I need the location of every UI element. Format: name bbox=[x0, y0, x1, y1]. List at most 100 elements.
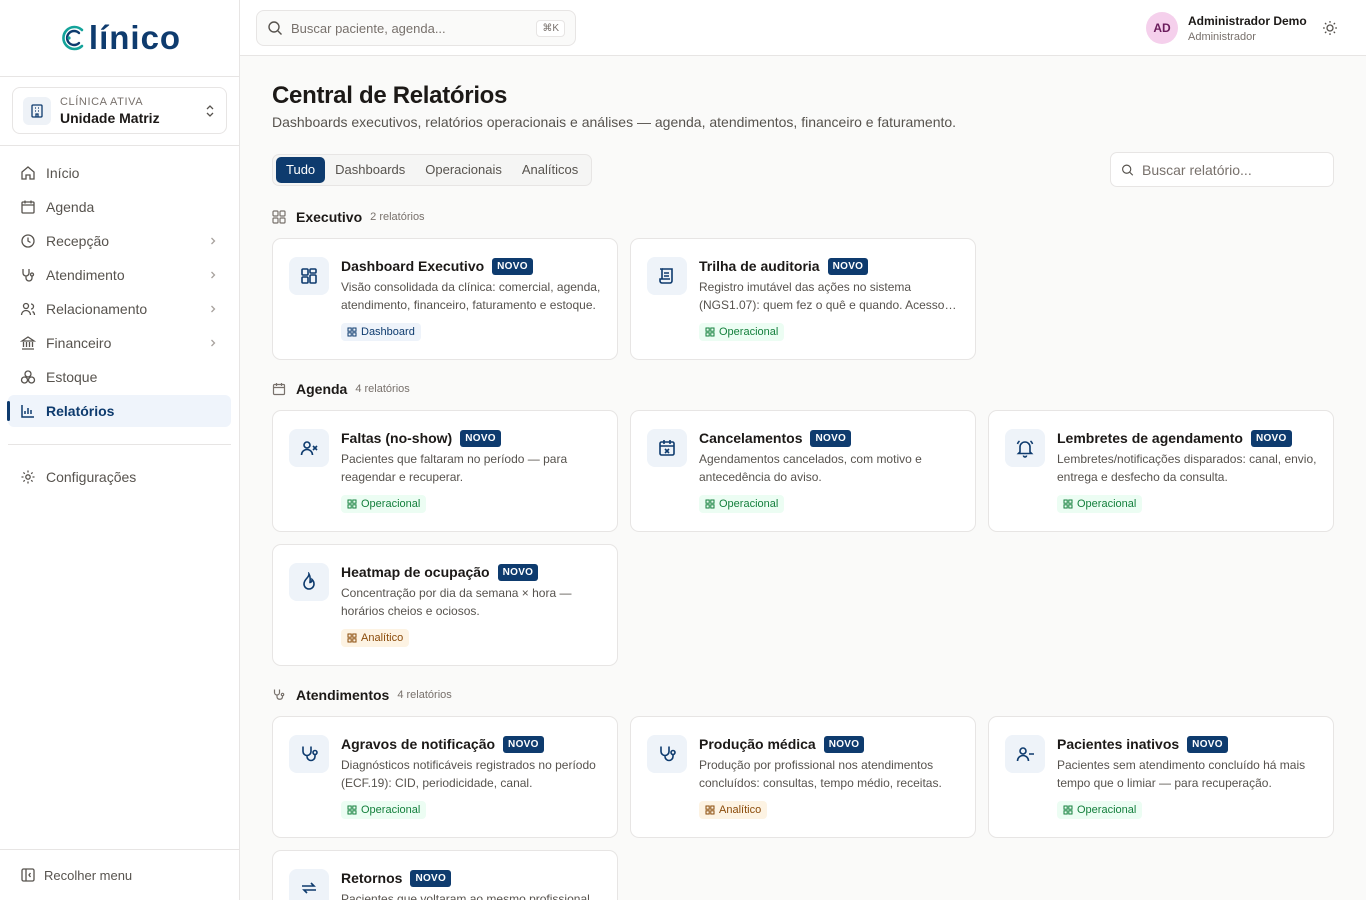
logo[interactable]: línico bbox=[0, 0, 239, 77]
sidebar-item-label: Relatórios bbox=[46, 403, 115, 419]
gear-icon bbox=[21, 470, 35, 484]
sidebar-item-agenda[interactable]: Agenda bbox=[8, 191, 231, 223]
report-card-dashboard-executivo[interactable]: Dashboard Executivo NOVO Visão consolidad… bbox=[272, 238, 618, 360]
bar-chart-icon bbox=[21, 405, 34, 418]
calendar-icon bbox=[272, 383, 286, 396]
card-description: Lembretes/notificações disparados: canal… bbox=[1057, 452, 1317, 484]
clinic-selector[interactable]: CLÍNICA ATIVA Unidade Matriz bbox=[12, 87, 227, 134]
section-header-executivo: Executivo 2 relatórios bbox=[272, 209, 425, 225]
tab-analiticos[interactable]: Analíticos bbox=[512, 157, 588, 183]
stethoscope-icon bbox=[289, 735, 329, 773]
calendar-icon bbox=[21, 200, 35, 214]
search-icon bbox=[268, 21, 282, 35]
card-description: Diagnósticos notificáveis registrados no… bbox=[341, 758, 596, 790]
sidebar-item-relatorios[interactable]: Relatórios bbox=[7, 395, 231, 427]
tag-label: Analítico bbox=[361, 632, 404, 644]
sidebar-item-label: Configurações bbox=[46, 469, 137, 485]
card-description: Visão consolidada da clínica: comercial,… bbox=[341, 280, 601, 312]
report-card-pacientes-inativos[interactable]: Pacientes inativos NOVO Pacientes sem ate… bbox=[988, 716, 1334, 838]
tag-icon bbox=[705, 805, 715, 815]
chevron-right-icon bbox=[211, 305, 216, 313]
report-search[interactable] bbox=[1110, 152, 1334, 187]
new-badge: NOVO bbox=[410, 869, 452, 887]
new-badge: NOVO bbox=[1187, 735, 1228, 753]
sidebar-item-label: Estoque bbox=[46, 369, 98, 385]
report-card-agravos[interactable]: Agravos de notificação NOVO Diagnósticos … bbox=[272, 716, 618, 838]
sidebar-item-atendimento[interactable]: Atendimento bbox=[8, 259, 231, 291]
topbar: ⌘K AD Administrador Demo Administrador bbox=[240, 0, 1366, 56]
card-title: Dashboard Executivo bbox=[341, 258, 485, 274]
tag-icon bbox=[1063, 499, 1073, 509]
tag-icon bbox=[705, 499, 715, 509]
sidebar-item-financeiro[interactable]: Financeiro bbox=[8, 327, 231, 359]
tag-icon bbox=[347, 499, 357, 509]
category-tag: Operacional bbox=[699, 495, 785, 513]
user-menu[interactable]: AD Administrador Demo Administrador bbox=[1146, 12, 1307, 44]
bell-ring-icon bbox=[1005, 429, 1045, 467]
category-tag: Operacional bbox=[1057, 801, 1143, 819]
new-badge: NOVO bbox=[1250, 429, 1292, 447]
search-icon bbox=[1122, 164, 1134, 176]
report-card-producao-medica[interactable]: Produção médica NOVO Produção por profiss… bbox=[630, 716, 976, 838]
logo-c-icon bbox=[62, 25, 84, 51]
card-title: Retornos bbox=[341, 870, 403, 886]
report-card-faltas[interactable]: Faltas (no-show) NOVO Pacientes que falta… bbox=[272, 410, 618, 532]
card-title: Lembretes de agendamento bbox=[1057, 430, 1243, 446]
section-title: Atendimentos bbox=[296, 687, 390, 703]
card-description: Concentração por dia da semana × hora — … bbox=[341, 586, 572, 618]
card-title: Pacientes inativos bbox=[1057, 736, 1180, 752]
stethoscope-icon bbox=[647, 735, 687, 773]
tag-label: Operacional bbox=[1077, 804, 1137, 816]
tab-tudo[interactable]: Tudo bbox=[276, 157, 326, 183]
avatar: AD bbox=[1146, 12, 1178, 44]
sidebar-item-label: Início bbox=[46, 165, 80, 181]
tag-label: Analítico bbox=[719, 804, 762, 816]
clinic-label: CLÍNICA ATIVA bbox=[60, 95, 144, 108]
sidebar-item-estoque[interactable]: Estoque bbox=[8, 361, 231, 393]
category-tag: Operacional bbox=[341, 801, 427, 819]
new-badge: NOVO bbox=[503, 735, 544, 753]
tag-icon bbox=[347, 805, 357, 815]
sidebar-nav: Início Agenda Recepção Atendimento Relac… bbox=[7, 157, 231, 429]
section-header-agenda: Agenda 4 relatórios bbox=[272, 381, 410, 397]
sidebar-item-relacionamento[interactable]: Relacionamento bbox=[8, 293, 231, 325]
section-count: 4 relatórios bbox=[355, 383, 410, 395]
chevron-right-icon bbox=[211, 271, 216, 279]
report-card-retornos[interactable]: Retornos NOVO Pacientes que voltaram ao m… bbox=[272, 850, 618, 900]
tag-icon bbox=[347, 327, 357, 337]
global-search-input[interactable] bbox=[291, 20, 537, 36]
report-card-heatmap[interactable]: Heatmap de ocupação NOVO Concentração por… bbox=[272, 544, 618, 666]
card-title: Faltas (no-show) bbox=[341, 430, 453, 446]
tab-dashboards[interactable]: Dashboards bbox=[325, 157, 415, 183]
new-badge: NOVO bbox=[492, 257, 533, 275]
user-role: Administrador bbox=[1188, 30, 1256, 43]
tag-label: Operacional bbox=[361, 498, 421, 510]
category-tag: Operacional bbox=[1057, 495, 1143, 513]
tab-operacionais[interactable]: Operacionais bbox=[415, 157, 512, 183]
users-icon bbox=[20, 302, 36, 316]
new-badge: NOVO bbox=[810, 429, 852, 447]
sidebar-item-configuracoes[interactable]: Configurações bbox=[8, 461, 231, 493]
card-title: Agravos de notificação bbox=[341, 736, 496, 752]
logo-text: línico bbox=[88, 19, 182, 56]
report-search-input[interactable] bbox=[1142, 161, 1323, 178]
page-subtitle: Dashboards executivos, relatórios operac… bbox=[272, 114, 957, 130]
new-badge: NOVO bbox=[827, 257, 869, 275]
report-card-lembretes[interactable]: Lembretes de agendamento NOVO Lembretes/n… bbox=[988, 410, 1334, 532]
sun-icon[interactable] bbox=[1322, 20, 1338, 36]
global-search[interactable]: ⌘K bbox=[256, 10, 576, 46]
report-card-cancelamentos[interactable]: Cancelamentos NOVO Agendamentos cancelado… bbox=[630, 410, 976, 532]
report-card-trilha-auditoria[interactable]: Trilha de auditoria NOVO Registro imutáve… bbox=[630, 238, 976, 360]
new-badge: NOVO bbox=[823, 735, 865, 753]
sidebar-item-inicio[interactable]: Início bbox=[8, 157, 231, 189]
card-description: Pacientes que faltaram no período — para… bbox=[341, 452, 568, 484]
category-tag: Operacional bbox=[341, 495, 427, 513]
repeat-icon bbox=[289, 869, 329, 900]
card-title: Cancelamentos bbox=[699, 430, 803, 446]
section-count: 4 relatórios bbox=[397, 689, 452, 701]
category-tag: Operacional bbox=[699, 323, 785, 341]
tag-label: Operacional bbox=[361, 804, 421, 816]
collapse-menu-button[interactable]: Recolher menu bbox=[0, 849, 239, 900]
sidebar-item-recepcao[interactable]: Recepção bbox=[8, 225, 231, 257]
grid-icon bbox=[272, 210, 286, 224]
